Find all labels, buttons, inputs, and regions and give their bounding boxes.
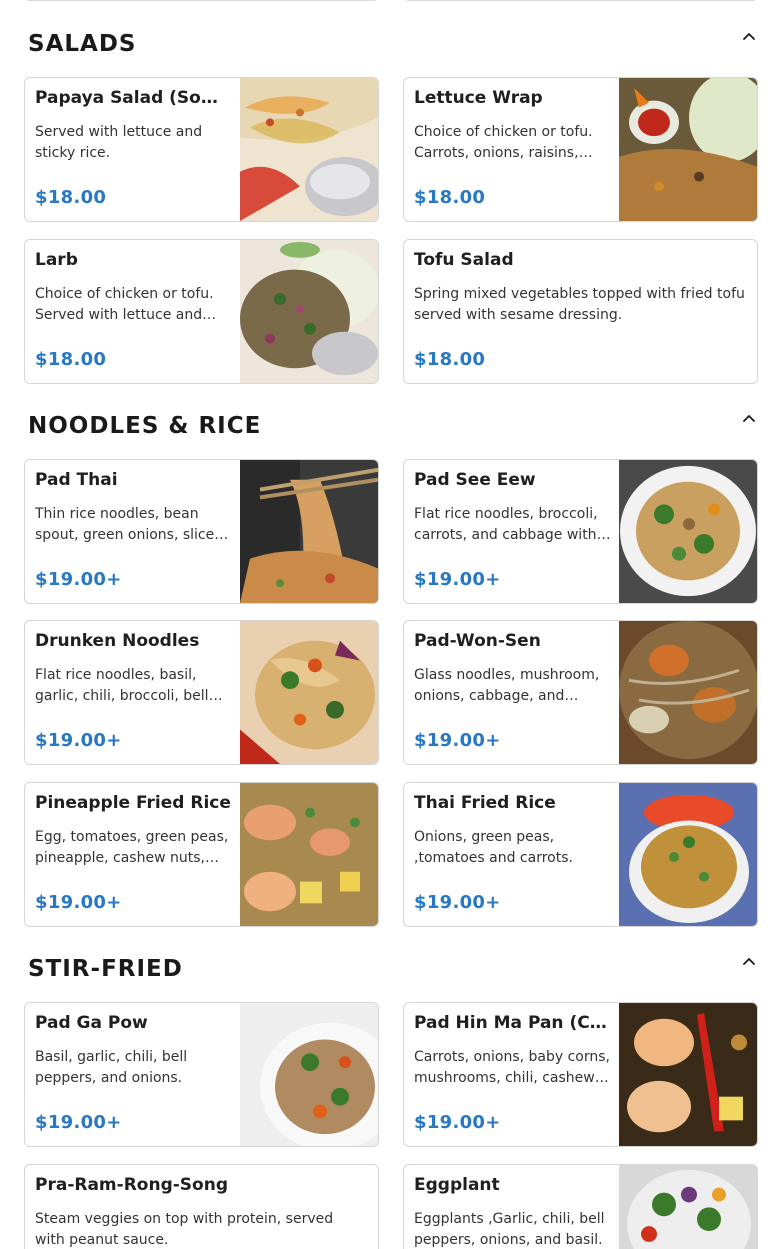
item-name: Pad See Eew bbox=[414, 470, 536, 490]
item-price: $18.00 bbox=[414, 187, 486, 208]
eggplant-photo bbox=[619, 1165, 757, 1249]
chevron-up-icon[interactable] bbox=[742, 954, 756, 968]
section-header-stir-fried: STIR-FRIED bbox=[0, 958, 782, 998]
menu-item-card[interactable]: Larb Choice of chicken or tofu. Served w… bbox=[24, 239, 379, 384]
menu-item-card[interactable]: Tofu Salad Spring mixed vegetables toppe… bbox=[403, 239, 758, 384]
chevron-up-icon[interactable] bbox=[742, 29, 756, 43]
item-price: $18.00 bbox=[35, 349, 107, 370]
chevron-up-icon[interactable] bbox=[742, 411, 756, 425]
item-description: Flat rice noodles, basil, garlic, chili,… bbox=[35, 667, 209, 704]
item-description: Basil, garlic, chili, bell peppers, and … bbox=[35, 1049, 188, 1086]
item-description: Carrots, onions, baby corns, mushrooms, … bbox=[414, 1049, 610, 1086]
item-price: $19.00+ bbox=[35, 569, 122, 590]
item-price: $19.00+ bbox=[35, 892, 122, 913]
item-name: Lettuce Wrap bbox=[414, 88, 543, 108]
item-name: Eggplant bbox=[414, 1175, 500, 1195]
item-name: Pra-Ram-Rong-Song bbox=[35, 1175, 228, 1195]
section-header-salads: SALADS bbox=[0, 33, 782, 73]
item-description: Choice of chicken or tofu. Carrots, onio… bbox=[414, 124, 593, 161]
item-description: Choice of chicken or tofu. Served with l… bbox=[35, 286, 214, 323]
item-name: Pad Ga Pow bbox=[35, 1013, 148, 1033]
menu-item-card[interactable]: Pad Ga Pow Basil, garlic, chili, bell pe… bbox=[24, 1002, 379, 1147]
item-description: Steam veggies on top with protein, serve… bbox=[35, 1211, 334, 1248]
pad-thai-photo bbox=[240, 460, 378, 603]
item-description: Egg, tomatoes, green peas, pineapple, ca… bbox=[35, 829, 229, 866]
pad-ga-pow-photo bbox=[240, 1003, 378, 1146]
item-price: $19.00+ bbox=[414, 569, 501, 590]
section-title: NOODLES & RICE bbox=[28, 413, 262, 439]
item-name: Drunken Noodles bbox=[35, 631, 200, 651]
menu-item-card[interactable]: Lettuce Wrap Choice of chicken or tofu. … bbox=[403, 77, 758, 222]
item-description: Thin rice noodles, bean spout, green oni… bbox=[35, 506, 224, 543]
item-name: Pineapple Fried Rice bbox=[35, 793, 231, 813]
item-description: Served with lettuce and sticky rice. bbox=[35, 124, 203, 161]
menu-item-card[interactable]: Eggplant Eggplants ,Garlic, chili, bell … bbox=[403, 1164, 758, 1249]
larb-photo bbox=[240, 240, 378, 383]
menu-item-card[interactable]: Pad Thai Thin rice noodles, bean spout, … bbox=[24, 459, 379, 604]
menu-item-card[interactable]: Pad Hin Ma Pan (Cashew) Carrots, onions,… bbox=[403, 1002, 758, 1147]
item-price: $19.00+ bbox=[35, 730, 122, 751]
menu-item-card[interactable]: Drunken Noodles Flat rice noodles, basil… bbox=[24, 620, 379, 765]
item-name: Thai Fried Rice bbox=[414, 793, 556, 813]
menu-item-card-partial[interactable] bbox=[24, 0, 379, 1]
item-name: Pad Thai bbox=[35, 470, 118, 490]
menu-item-card[interactable]: Pad See Eew Flat rice noodles, broccoli,… bbox=[403, 459, 758, 604]
menu-item-card[interactable]: Pad-Won-Sen Glass noodles, mushroom, oni… bbox=[403, 620, 758, 765]
item-description: Spring mixed vegetables topped with frie… bbox=[414, 286, 745, 323]
item-name: Tofu Salad bbox=[414, 250, 514, 270]
item-description: Glass noodles, mushroom, onions, cabbage… bbox=[414, 667, 600, 704]
thai-fried-rice-photo bbox=[619, 783, 757, 926]
drunken-noodles-photo bbox=[240, 621, 378, 764]
menu-item-card[interactable]: Pineapple Fried Rice Egg, tomatoes, gree… bbox=[24, 782, 379, 927]
item-price: $19.00+ bbox=[414, 1112, 501, 1133]
item-name: Pad-Won-Sen bbox=[414, 631, 541, 651]
item-name: Pad Hin Ma Pan (Cashew) bbox=[414, 1013, 611, 1033]
menu-item-card[interactable]: Thai Fried Rice Onions, green peas, ,tom… bbox=[403, 782, 758, 927]
item-price: $18.00 bbox=[35, 187, 107, 208]
menu-item-card[interactable]: Papaya Salad (Som Tum) Served with lettu… bbox=[24, 77, 379, 222]
menu-item-card[interactable]: Pra-Ram-Rong-Song Steam veggies on top w… bbox=[24, 1164, 379, 1249]
pad-see-eew-photo bbox=[619, 460, 757, 603]
section-title: STIR-FRIED bbox=[28, 956, 183, 982]
pad-won-sen-photo bbox=[619, 621, 757, 764]
pad-hin-ma-pan-photo bbox=[619, 1003, 757, 1146]
item-description: Eggplants ,Garlic, chili, bell peppers, … bbox=[414, 1211, 605, 1248]
pineapple-fried-rice-photo bbox=[240, 783, 378, 926]
item-price: $19.00+ bbox=[414, 730, 501, 751]
papaya-salad-photo bbox=[240, 78, 378, 221]
item-name: Papaya Salad (Som Tum) bbox=[35, 88, 232, 108]
item-description: Flat rice noodles, broccoli, carrots, an… bbox=[414, 506, 598, 543]
item-price: $19.00+ bbox=[35, 1112, 122, 1133]
item-price: $19.00+ bbox=[414, 892, 501, 913]
section-header-noodles-rice: NOODLES & RICE bbox=[0, 415, 782, 455]
item-description: Onions, green peas, ,tomatoes and carrot… bbox=[414, 829, 573, 866]
menu-item-card-partial[interactable] bbox=[403, 0, 758, 1]
lettuce-wrap-photo bbox=[619, 78, 757, 221]
section-title: SALADS bbox=[28, 31, 137, 57]
item-price: $18.00 bbox=[414, 349, 486, 370]
item-name: Larb bbox=[35, 250, 78, 270]
